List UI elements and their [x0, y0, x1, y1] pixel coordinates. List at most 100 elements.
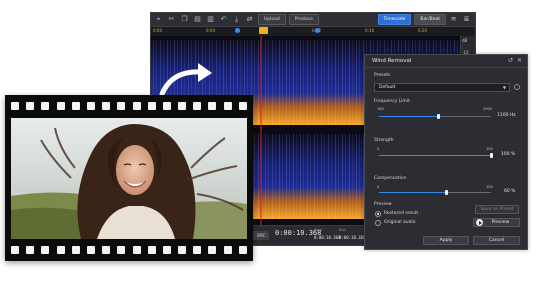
frequency-value[interactable]: 1100 Hz	[497, 113, 516, 118]
film-hole	[147, 102, 156, 110]
strength-value[interactable]: 100 %	[501, 152, 515, 157]
cut-icon[interactable]: ✂	[167, 15, 176, 24]
playhead-handle[interactable]	[259, 27, 268, 34]
film-hole	[208, 246, 217, 254]
strength-slider[interactable]	[379, 153, 493, 158]
frequency-min: 100	[377, 107, 384, 111]
compensation-value[interactable]: 60 %	[504, 189, 515, 194]
compensation-max: 100	[486, 185, 493, 189]
film-hole	[117, 246, 126, 254]
original-audio-radio[interactable]	[375, 220, 381, 226]
download-icon[interactable]: ⤓	[232, 15, 241, 24]
time-format-select[interactable]: SMC	[253, 231, 269, 240]
slider-fill	[379, 192, 447, 193]
frequency-max: 2000	[483, 107, 492, 111]
film-hole	[117, 102, 126, 110]
save-as-preset-button[interactable]: Save as Preset	[475, 205, 519, 214]
timeline-ruler[interactable]: 0:00 0:04 0:08 0:12 0:16 0:20	[151, 27, 475, 36]
delete-icon[interactable]: ▥	[206, 15, 215, 24]
apply-button[interactable]: Apply	[423, 236, 469, 245]
marker-icon[interactable]	[235, 28, 240, 33]
produce-button[interactable]: Produce	[288, 14, 319, 25]
divider	[365, 67, 527, 68]
slider-fill	[379, 116, 439, 117]
film-hole	[86, 102, 95, 110]
chevron-down-icon: ▼	[502, 85, 506, 90]
end-value[interactable]: 0:00:10.368	[339, 235, 366, 240]
slider-thumb[interactable]	[436, 114, 440, 119]
preview-button-label: Preview	[491, 220, 510, 225]
reset-icon[interactable]: ↺	[508, 57, 513, 64]
film-hole	[41, 246, 50, 254]
play-icon	[476, 219, 483, 226]
film-hole	[208, 102, 217, 110]
restored-result-label: Restored result	[384, 211, 419, 216]
original-audio-label: Original audio	[384, 220, 416, 225]
film-hole	[41, 102, 50, 110]
film-hole	[132, 102, 141, 110]
slider-thumb[interactable]	[444, 190, 448, 195]
film-hole	[162, 246, 171, 254]
film-hole	[102, 102, 111, 110]
film-hole	[238, 246, 247, 254]
film-hole	[193, 102, 202, 110]
film-strip-image	[5, 95, 253, 261]
ruler-tick: 0:04	[206, 28, 215, 33]
film-hole	[71, 102, 80, 110]
film-hole	[223, 102, 232, 110]
film-hole	[56, 246, 65, 254]
close-icon[interactable]: ✕	[517, 57, 522, 64]
marker-icon[interactable]	[315, 28, 320, 33]
slider-thumb[interactable]	[489, 153, 493, 158]
paste-icon[interactable]: ▤	[193, 15, 202, 24]
link-icon[interactable]: ⇄	[245, 15, 254, 24]
film-hole	[178, 246, 187, 254]
ruler-tick: 0:16	[365, 28, 374, 33]
film-hole	[162, 102, 171, 110]
film-hole	[132, 246, 141, 254]
select-tool-icon[interactable]: ⌖	[154, 15, 163, 24]
spectrum-view-icon[interactable]: ≣	[462, 15, 471, 24]
film-hole	[26, 102, 35, 110]
preset-value: Default	[379, 85, 396, 90]
preview-label: Preview	[374, 202, 392, 207]
film-hole	[86, 246, 95, 254]
frequency-slider[interactable]	[379, 114, 491, 119]
film-hole	[178, 102, 187, 110]
curved-arrow-icon	[159, 63, 212, 97]
film-hole	[238, 102, 247, 110]
compensation-slider[interactable]	[379, 190, 491, 195]
strength-min: 0	[377, 147, 380, 151]
restored-result-radio[interactable]	[375, 211, 381, 217]
editor-toolbar: ⌖ ✂ ❐ ▤ ▥ ↶ ⤓ ⇄ Upload Produce Timecode …	[151, 13, 475, 27]
film-hole	[147, 246, 156, 254]
dialog-title: Wind Removal	[372, 58, 412, 64]
film-hole	[223, 246, 232, 254]
film-hole	[11, 246, 19, 254]
ruler-tick: 0:20	[418, 28, 427, 33]
frequency-limit-label: Frequency Limit	[374, 99, 410, 104]
cancel-button[interactable]: Cancel	[473, 236, 520, 245]
end-label: End	[339, 228, 346, 232]
presets-label: Presets	[374, 73, 391, 78]
film-perforations-bottom	[11, 246, 247, 254]
db-label: dB	[462, 38, 468, 43]
copy-icon[interactable]: ❐	[180, 15, 189, 24]
timecode-tab[interactable]: Timecode	[377, 14, 412, 25]
undo-icon[interactable]: ↶	[219, 15, 228, 24]
barbeat-tab[interactable]: Bar/Beat	[414, 14, 446, 25]
film-hole	[102, 246, 111, 254]
film-hole	[26, 246, 35, 254]
film-hole	[193, 246, 202, 254]
info-icon[interactable]	[514, 84, 520, 90]
wind-removal-dialog: Wind Removal ↺ ✕ Presets Default ▼ Frequ…	[364, 54, 528, 250]
upload-button[interactable]: Upload	[258, 14, 286, 25]
start-label: Start	[314, 228, 323, 232]
strength-label: Strength	[374, 138, 394, 143]
start-value[interactable]: 0:00:10.368	[314, 235, 341, 240]
film-hole	[11, 102, 19, 110]
presets-select[interactable]: Default ▼	[374, 83, 510, 92]
compensation-label: Compensation	[374, 176, 407, 181]
slider-fill	[379, 155, 491, 156]
waveform-view-icon[interactable]: ≋	[449, 15, 458, 24]
